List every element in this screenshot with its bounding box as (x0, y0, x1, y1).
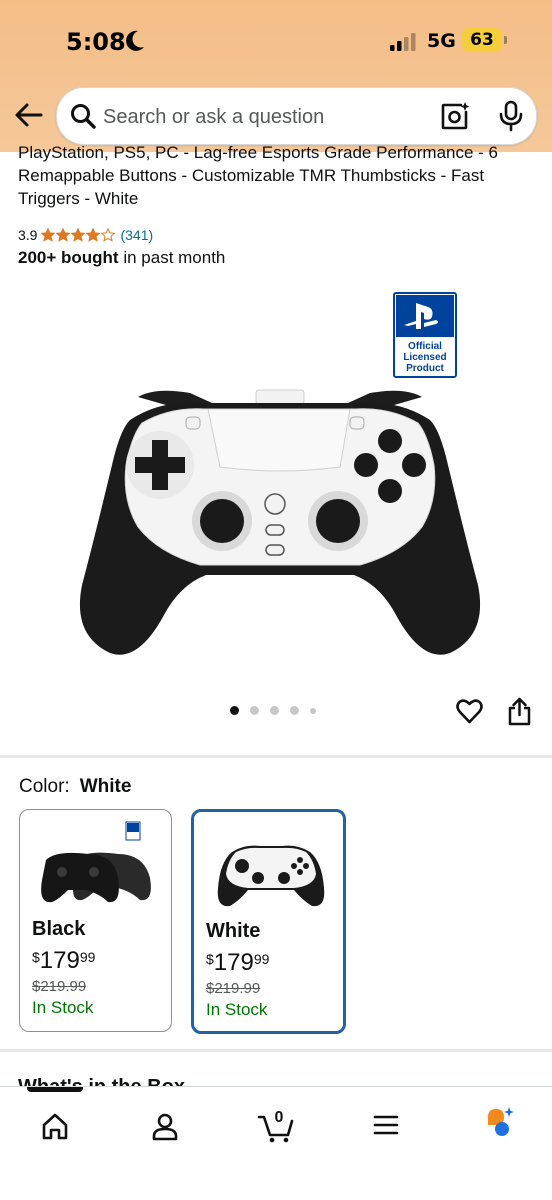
search-bar[interactable] (56, 87, 537, 145)
list-price: $219.99 (206, 980, 261, 997)
price-fraction: 99 (253, 951, 270, 967)
color-option-white[interactable]: White $17999 $219.99 In Stock (191, 809, 346, 1034)
carousel-dot[interactable] (290, 706, 299, 715)
star-icon (71, 228, 86, 242)
camera-search-icon[interactable] (440, 101, 470, 131)
color-option-black[interactable]: Black $17999 $219.99 In Stock (19, 809, 172, 1032)
back-arrow-icon[interactable] (14, 100, 44, 130)
search-input[interactable] (103, 98, 423, 136)
carousel-dot[interactable] (230, 706, 239, 715)
star-icon (56, 228, 71, 242)
bought-count: 200+ bought (18, 248, 119, 267)
rating-row[interactable]: 3.9 (341) (18, 225, 153, 245)
price-currency: $ (206, 951, 214, 967)
product-title: PlayStation, PS5, PC - Lag-free Esports … (18, 143, 498, 208)
badge-line-2: Licensed (403, 352, 446, 363)
product-title-container: PlayStation, PS5, PC - Lag-free Esports … (18, 140, 538, 210)
section-divider (0, 755, 552, 758)
battery-indicator: 63 (462, 28, 507, 52)
star-icon (41, 228, 56, 242)
review-count-link[interactable]: (341) (120, 227, 153, 243)
tab-account[interactable] (140, 1105, 190, 1145)
cart-count: 0 (275, 1109, 284, 1126)
stock-status: In Stock (32, 998, 94, 1017)
bottom-tab-bar: 0 (0, 1086, 552, 1200)
list-price: $219.99 (32, 978, 87, 995)
account-icon (152, 1113, 178, 1141)
moon-icon (126, 30, 144, 51)
badge-line-3: Product (406, 363, 444, 374)
price-fraction: 99 (79, 949, 96, 965)
selected-color-value: White (79, 776, 132, 797)
official-licensed-badge: Official Licensed Product (393, 292, 457, 378)
black-controller-thumbnail (41, 821, 151, 903)
tab-home[interactable] (30, 1105, 80, 1145)
color-option-name: Black (32, 918, 86, 940)
star-icon (101, 228, 116, 242)
status-bar: 5:08 5G 63 (0, 0, 552, 80)
badge-line-1: Official (408, 341, 442, 352)
signal-icon (390, 33, 416, 51)
tab-menu[interactable] (361, 1105, 411, 1145)
image-carousel-dots[interactable] (230, 706, 316, 715)
white-controller-thumbnail (217, 845, 325, 907)
search-icon (71, 104, 96, 129)
carousel-dot[interactable] (270, 706, 279, 715)
rufus-chat-icon (488, 1107, 514, 1136)
rating-value: 3.9 (18, 227, 38, 243)
section-divider (0, 1049, 552, 1052)
home-icon (42, 1113, 68, 1140)
share-icon[interactable] (507, 697, 532, 726)
color-label: Color: (19, 776, 70, 797)
controller-illustration (79, 389, 481, 655)
price-whole: 179 (213, 949, 254, 976)
tab-cart[interactable]: 0 (251, 1105, 301, 1145)
bought-suffix: in past month (118, 248, 226, 267)
color-option-price: $17999 (32, 947, 95, 975)
product-image[interactable]: Official Licensed Product (60, 285, 500, 685)
status-time: 5:08 (66, 28, 126, 56)
microphone-icon[interactable] (497, 100, 525, 132)
color-option-price: $17999 (206, 949, 269, 977)
color-option-name: White (206, 920, 261, 942)
cart-icon: 0 (257, 1109, 294, 1143)
carousel-dot[interactable] (250, 706, 259, 715)
star-icon (86, 228, 101, 242)
active-tab-indicator (27, 1087, 83, 1092)
star-rating (41, 228, 116, 242)
menu-icon (373, 1115, 399, 1135)
tab-rufus[interactable] (471, 1105, 521, 1145)
heart-icon[interactable] (456, 698, 483, 725)
price-whole: 179 (39, 947, 80, 974)
app-header: 5:08 5G 63 (0, 0, 552, 152)
bought-in-past-month: 200+ bought in past month (18, 248, 225, 268)
color-selection-label: Color: White (19, 776, 131, 798)
price-currency: $ (32, 949, 40, 965)
carousel-dot[interactable] (310, 707, 316, 714)
stock-status: In Stock (206, 1000, 268, 1019)
network-type: 5G (427, 30, 456, 52)
